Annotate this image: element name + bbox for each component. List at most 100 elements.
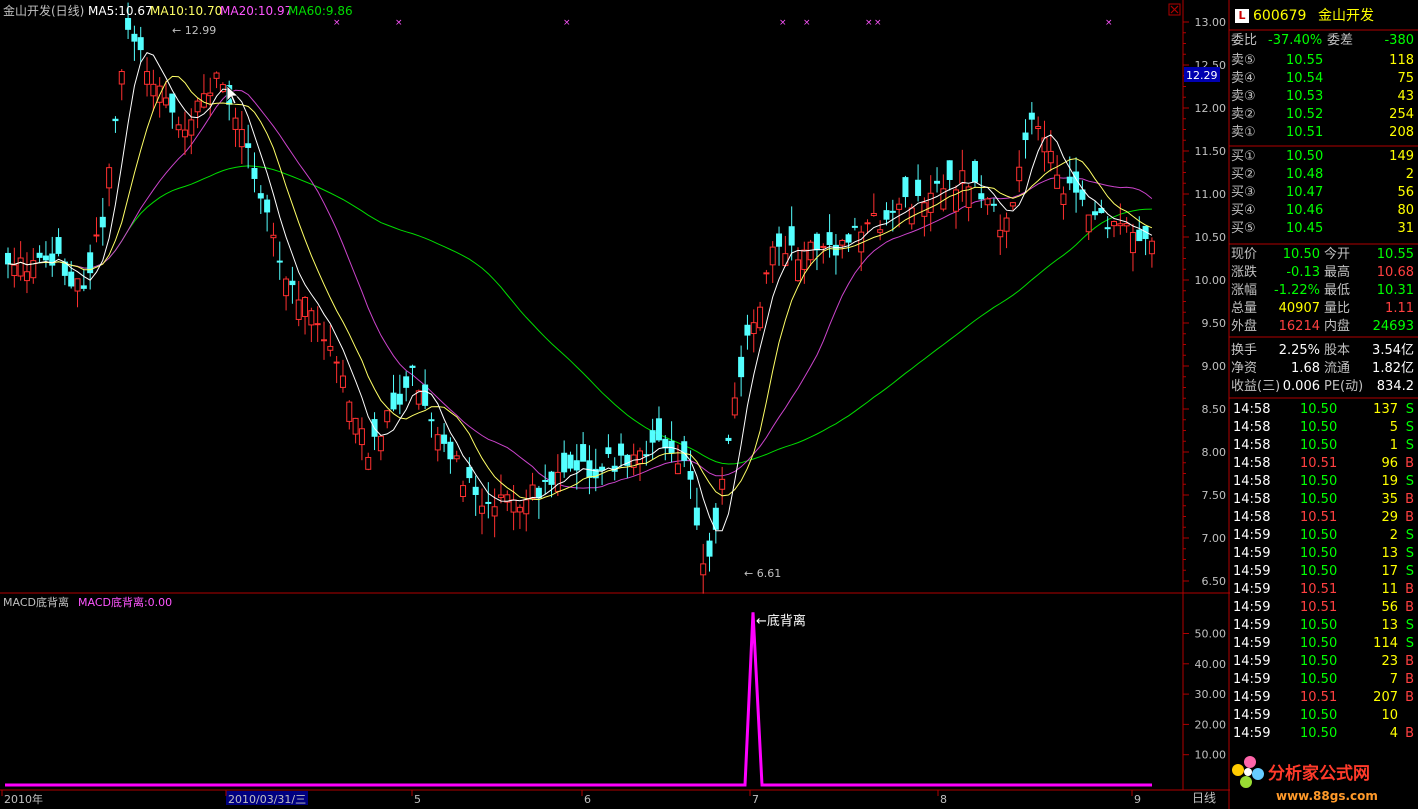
tick-price: 10.51 (1300, 690, 1338, 705)
indicator-tick-label: 20.00 (1195, 718, 1227, 731)
candle-body (1136, 229, 1143, 242)
ask-label: 卖③ (1231, 89, 1256, 104)
ma60-legend: MA60:9.86 (288, 4, 353, 18)
candle-body (1129, 232, 1136, 254)
kline-chart[interactable]: × × × × × × × × 13.0012.5012.0011.5011.0010.501… (0, 0, 1418, 809)
stock-chart-window: × × × × × × × × 13.00 12.50 12.00 11.50 11.00 10.50 1… (0, 0, 1418, 809)
candle-body (599, 466, 606, 471)
price-axis: 13.0012.5012.0011.5011.0010.5010.009.509… (1183, 16, 1226, 588)
candle-body (169, 93, 176, 113)
candle-body (55, 237, 62, 254)
candle-body (1003, 217, 1010, 232)
tick-volume: 137 (1373, 402, 1398, 417)
diff-label: 委差 (1327, 33, 1354, 48)
candle-body (497, 494, 504, 498)
candle-body (352, 417, 359, 435)
stat-label: 股本 (1324, 343, 1351, 358)
candle-body (163, 97, 169, 106)
candle-body (769, 246, 776, 266)
candle-body (851, 225, 858, 228)
stat-label: 涨幅 (1231, 283, 1258, 298)
stat-label: 收益(三) (1231, 379, 1281, 394)
stats-row: 换手 2.25% 股本 3.54亿 (1230, 342, 1418, 360)
candle-body (409, 365, 416, 368)
indicator-value: MACD底背离:0.00 (78, 595, 172, 609)
stat-label: 现价 (1231, 247, 1258, 262)
candle-body (763, 272, 770, 275)
bid-label: 买② (1231, 167, 1256, 182)
tick-volume: 56 (1381, 600, 1398, 615)
candle-body (308, 310, 315, 326)
candle-body (213, 72, 220, 79)
tick-volume: 4 (1389, 726, 1398, 741)
price-tick-label: 11.00 (1195, 188, 1227, 201)
bid-volume: 2 (1405, 167, 1414, 182)
tick-row: 14:58 10.51 29 B (1230, 509, 1418, 527)
candlesticks (5, 2, 1155, 594)
bid-volume: 56 (1397, 185, 1414, 200)
watermark-title: 分析家公式网 (1268, 763, 1370, 784)
tick-time: 14:58 (1233, 492, 1271, 507)
candle-body (883, 210, 890, 220)
candle-body (870, 213, 877, 217)
chart-title: 金山开发(日线) (3, 3, 84, 18)
tick-row: 14:59 10.51 207 B (1230, 689, 1418, 707)
date-tick-label: 2010年 (4, 792, 43, 806)
tick-price: 10.50 (1300, 528, 1338, 543)
tick-time: 14:59 (1233, 528, 1271, 543)
ask-price: 10.53 (1286, 89, 1324, 104)
signal-marker-icon: × (395, 18, 403, 28)
bid-row: 买① 10.50 149 (1230, 148, 1418, 166)
candle-body (687, 471, 694, 480)
candle-body (245, 143, 252, 148)
tick-time: 14:59 (1233, 582, 1271, 597)
logo-petal-icon (1252, 768, 1264, 780)
tick-side: B (1405, 510, 1414, 525)
candle-body (1066, 176, 1073, 184)
signal-marker-icon: × (803, 18, 811, 28)
candle-body (5, 252, 11, 265)
candle-body (927, 192, 934, 213)
candle-body (1035, 126, 1042, 129)
tick-row: 14:59 10.50 23 B (1230, 653, 1418, 671)
ma60-line (7, 165, 1152, 465)
stat-value: 24693 (1372, 319, 1414, 334)
candle-body (1016, 166, 1023, 182)
tick-side: S (1405, 474, 1414, 489)
candle-body (978, 193, 985, 200)
tick-volume: 114 (1373, 636, 1398, 651)
bid-row: 买④ 10.46 80 (1230, 202, 1418, 220)
tick-time: 14:59 (1233, 600, 1271, 615)
candle-body (264, 199, 271, 213)
candle-body (68, 271, 75, 287)
tick-volume: 13 (1381, 618, 1398, 633)
ratio-value: -37.40% (1268, 33, 1323, 48)
candle-body (1123, 223, 1130, 227)
candle-body (896, 203, 903, 210)
stat-label: 流通 (1324, 361, 1351, 376)
bid-price: 10.45 (1286, 221, 1324, 236)
stat-value: 1.68 (1291, 361, 1320, 376)
price-tick-label: 9.50 (1202, 317, 1227, 330)
tick-price: 10.51 (1300, 582, 1338, 597)
tick-volume: 35 (1381, 492, 1398, 507)
candle-body (971, 161, 978, 183)
ma20-path (7, 89, 1153, 489)
stat-label: 最高 (1324, 265, 1351, 280)
divergence-signal-line (5, 612, 1152, 787)
tick-side: B (1405, 492, 1414, 507)
candle-body (396, 393, 403, 405)
tick-volume: 23 (1381, 654, 1398, 669)
stock-name: 金山开发 (1318, 8, 1374, 24)
candle-body (839, 239, 846, 246)
candle-body (1111, 221, 1117, 227)
signal-marker-icon: × (865, 18, 873, 28)
candle-body (750, 322, 757, 335)
candle-body (706, 540, 713, 557)
tick-price: 10.50 (1300, 438, 1338, 453)
bid-price: 10.46 (1286, 203, 1324, 218)
logo-petal-icon (1240, 776, 1252, 788)
tick-volume: 10 (1381, 708, 1398, 723)
candle-body (674, 463, 681, 475)
tick-price: 10.50 (1300, 402, 1338, 417)
